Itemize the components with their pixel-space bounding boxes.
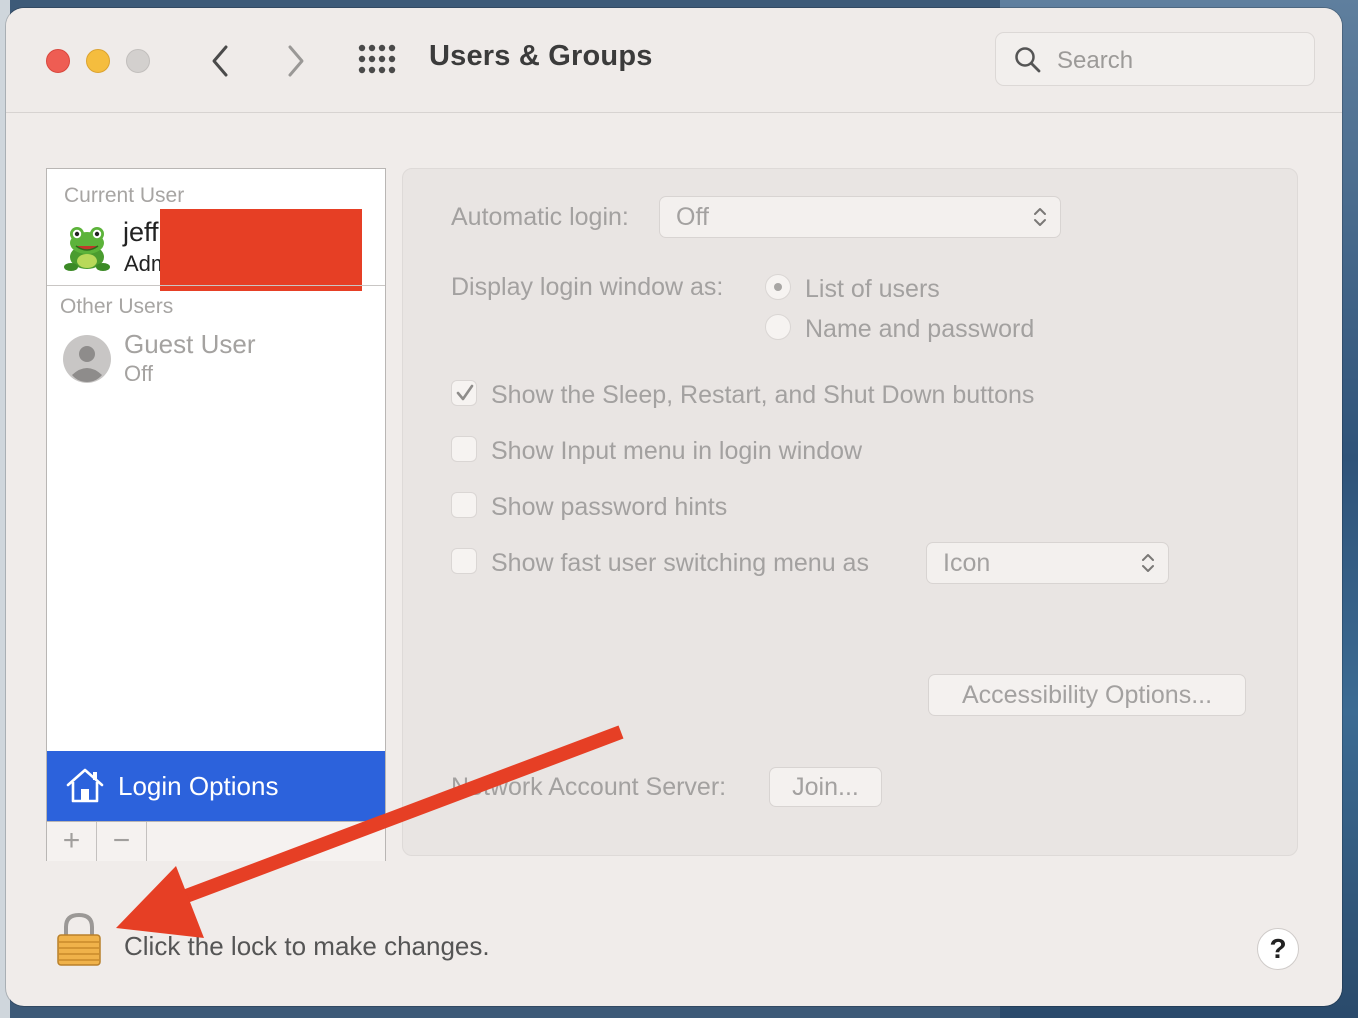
display-login-window-label: Display login window as: [451,273,724,301]
login-options-item[interactable]: Login Options [47,751,385,821]
search-placeholder: Search [1057,47,1134,74]
fast-user-switching-label: Show fast user switching menu as [491,549,869,577]
show-password-hints-checkbox[interactable] [451,492,477,518]
chevron-right-icon [288,45,304,77]
name-and-password-label: Name and password [805,315,1035,343]
frog-avatar-icon [64,227,110,271]
grid-icon [358,44,396,74]
redaction-box [160,209,362,291]
fast-user-switching-checkbox[interactable] [451,548,477,574]
back-button[interactable] [204,41,238,81]
add-user-button[interactable]: + [47,822,97,861]
show-all-grid-button[interactable] [358,44,398,76]
close-window-button[interactable] [46,49,70,73]
join-label: Join... [792,773,859,801]
titlebar: Users & Groups Search [6,8,1342,113]
search-field[interactable]: Search [995,32,1315,86]
users-toolbar: + − [47,821,385,861]
chevron-left-icon [212,45,228,77]
automatic-login-popup[interactable]: Off [659,196,1061,238]
show-input-menu-label: Show Input menu in login window [491,437,863,465]
radio-list-of-users[interactable] [765,274,791,300]
show-password-hints-label: Show password hints [491,493,728,521]
accessibility-options-button[interactable]: Accessibility Options... [928,674,1246,716]
system-preferences-window: Users & Groups Search Current User jeff … [6,8,1342,1006]
show-sleep-label: Show the Sleep, Restart, and Shut Down b… [491,381,1035,409]
current-user-heading: Current User [64,184,185,207]
guest-avatar-icon [63,335,111,383]
automatic-login-label: Automatic login: [451,203,629,231]
network-account-server-label: Network Account Server: [451,773,727,801]
radio-name-and-password[interactable] [765,314,791,340]
join-button[interactable]: Join... [769,767,882,807]
section-divider [47,285,385,286]
login-options-panel: Automatic login: Off Display login windo… [402,168,1298,856]
remove-user-button[interactable]: − [97,822,147,861]
minimize-window-button[interactable] [86,49,110,73]
search-icon [1015,47,1041,73]
window-title: Users & Groups [429,40,653,72]
accessibility-options-label: Accessibility Options... [961,681,1213,709]
help-button[interactable]: ? [1257,928,1299,970]
fast-switching-style-popup[interactable]: Icon [926,542,1169,584]
minus-icon: − [112,824,131,857]
house-icon [66,768,104,803]
checkmark-icon [456,384,474,401]
up-down-chevron-icon [1142,554,1154,572]
users-list: Current User jeff Adm Other Users Guest … [46,168,386,861]
guest-user-name: Guest User [124,329,256,359]
lock-hint-text: Click the lock to make changes. [124,931,490,961]
list-of-users-label: List of users [805,275,940,303]
show-sleep-checkbox[interactable] [451,380,477,406]
login-options-label: Login Options [118,771,279,801]
current-user-name: jeff [123,217,159,247]
plus-icon: + [62,824,81,857]
lock-icon[interactable] [54,911,104,967]
zoom-window-button[interactable] [126,49,150,73]
fast-switching-style-value: Icon [943,549,991,577]
up-down-chevron-icon [1034,208,1046,226]
forward-button[interactable] [278,41,312,81]
help-label: ? [1269,933,1287,964]
automatic-login-value: Off [676,203,709,231]
other-users-heading: Other Users [60,295,174,318]
show-input-menu-checkbox[interactable] [451,436,477,462]
guest-user-status: Off [124,361,153,386]
